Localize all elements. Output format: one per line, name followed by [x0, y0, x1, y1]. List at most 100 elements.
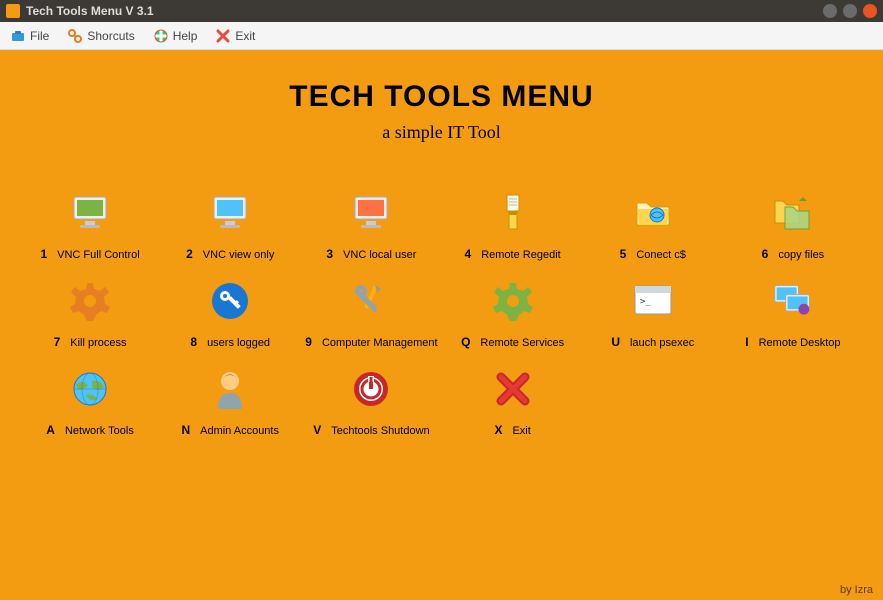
monitors-remote-icon [773, 281, 813, 321]
menu-help[interactable]: Help [153, 28, 198, 44]
tool-label: I Remote Desktop [745, 335, 840, 349]
shutdown-icon [351, 369, 391, 409]
tool-key: N [181, 423, 190, 437]
tool-label: A Network Tools [46, 423, 134, 437]
tool-text: Exit [512, 425, 530, 437]
close-button[interactable] [863, 4, 877, 18]
titlebar: Tech Tools Menu V 3.1 [0, 0, 883, 22]
tool-text: Techtools Shutdown [331, 425, 429, 437]
menubar: File Shorcuts Help Exit [0, 22, 883, 50]
page-title: TECH TOOLS MENU [0, 80, 883, 114]
tool-text: VNC view only [203, 249, 275, 261]
tool-monitor-orange[interactable]: 3 VNC local user [305, 193, 437, 261]
tool-text: Remote Desktop [759, 337, 841, 349]
tool-label: N Admin Accounts [181, 423, 279, 437]
tool-shutdown[interactable]: VTechtools Shutdown [305, 369, 437, 437]
footer-credit: by Izra [840, 584, 873, 596]
tool-label: Q Remote Services [461, 335, 564, 349]
folder-copy-icon [773, 193, 813, 233]
menu-help-label: Help [173, 29, 198, 43]
tool-key: 7 [54, 335, 61, 349]
tool-label: 3 VNC local user [326, 247, 416, 261]
content-area: TECH TOOLS MENU a simple IT Tool 1VNC Fu… [0, 50, 883, 600]
tool-label: X Exit [494, 423, 530, 437]
page-subtitle: a simple IT Tool [0, 122, 883, 143]
terminal-icon: >_ [633, 281, 673, 321]
menu-exit-label: Exit [235, 29, 255, 43]
tool-label: 8 users logged [190, 335, 270, 349]
app-icon [6, 4, 20, 18]
tool-key: A [46, 423, 55, 437]
tool-label: VTechtools Shutdown [313, 423, 429, 437]
tool-label: 6copy files [762, 247, 825, 261]
menu-exit[interactable]: Exit [215, 28, 255, 44]
tool-label: 4 Remote Regedit [465, 247, 561, 261]
tool-text: lauch psexec [630, 337, 694, 349]
gear-orange-icon [70, 281, 110, 321]
key-blue-icon [210, 281, 250, 321]
minimize-button[interactable] [823, 4, 837, 18]
monitor-blue-icon [210, 193, 250, 233]
tool-key: 3 [326, 247, 333, 261]
tool-label: 1VNC Full Control [40, 247, 139, 261]
tool-monitor-blue[interactable]: 2 VNC view only [165, 193, 295, 261]
window-title: Tech Tools Menu V 3.1 [26, 4, 823, 18]
tool-exit-x[interactable]: X Exit [448, 369, 578, 437]
menu-file[interactable]: File [10, 28, 49, 44]
tool-key-blue[interactable]: 8 users logged [165, 281, 295, 349]
tool-key: 5 [620, 247, 627, 261]
tool-text: VNC local user [343, 249, 416, 261]
exit-x-icon [493, 369, 533, 409]
menu-shortcuts[interactable]: Shorcuts [67, 28, 134, 44]
tool-text: Kill process [70, 337, 126, 349]
tool-text: Remote Services [480, 337, 564, 349]
tool-text: Remote Regedit [481, 249, 561, 261]
tool-key: 8 [190, 335, 197, 349]
file-icon [10, 28, 26, 44]
tool-terminal[interactable]: >_ Ulauch psexec [588, 281, 718, 349]
maximize-button[interactable] [843, 4, 857, 18]
tool-tools[interactable]: 9 Computer Management [305, 281, 437, 349]
tool-text: Conect c$ [636, 249, 686, 261]
tool-gear-orange[interactable]: 7 Kill process [25, 281, 155, 349]
menu-shortcuts-label: Shorcuts [87, 29, 134, 43]
tool-key: 2 [186, 247, 193, 261]
tool-folder-copy[interactable]: 6copy files [728, 193, 858, 261]
tool-key: Q [461, 335, 470, 349]
tool-monitors-remote[interactable]: I Remote Desktop [728, 281, 858, 349]
tool-folder-network[interactable]: 5 Conect c$ [588, 193, 718, 261]
tool-text: Computer Management [322, 337, 438, 349]
tool-key: U [611, 335, 620, 349]
monitor-green-icon [70, 193, 110, 233]
tool-label: 2 VNC view only [186, 247, 274, 261]
exit-icon [215, 28, 231, 44]
tool-text: Network Tools [65, 425, 134, 437]
tool-monitor-green[interactable]: 1VNC Full Control [25, 193, 155, 261]
monitor-orange-icon [351, 193, 391, 233]
link-icon [67, 28, 83, 44]
tool-globe[interactable]: A Network Tools [25, 369, 155, 437]
globe-icon [70, 369, 110, 409]
tool-label: 5 Conect c$ [620, 247, 686, 261]
tool-label: Ulauch psexec [611, 335, 694, 349]
tool-text: users logged [207, 337, 270, 349]
regedit-icon [493, 193, 533, 233]
tool-text: Admin Accounts [200, 425, 279, 437]
tool-text: copy files [778, 249, 824, 261]
tool-label: 7 Kill process [54, 335, 127, 349]
tool-key: X [494, 423, 502, 437]
tools-icon [351, 281, 391, 321]
folder-network-icon [633, 193, 673, 233]
svg-text:>_: >_ [640, 297, 651, 307]
gear-green-icon [493, 281, 533, 321]
tool-key: I [745, 335, 748, 349]
window-controls [823, 4, 877, 18]
tool-key: 9 [305, 335, 312, 349]
tool-key: 4 [465, 247, 472, 261]
tool-user[interactable]: N Admin Accounts [165, 369, 295, 437]
menu-file-label: File [30, 29, 49, 43]
tool-label: 9 Computer Management [305, 335, 437, 349]
tool-key: 1 [40, 247, 47, 261]
tool-gear-green[interactable]: Q Remote Services [448, 281, 578, 349]
tool-regedit[interactable]: 4 Remote Regedit [448, 193, 578, 261]
